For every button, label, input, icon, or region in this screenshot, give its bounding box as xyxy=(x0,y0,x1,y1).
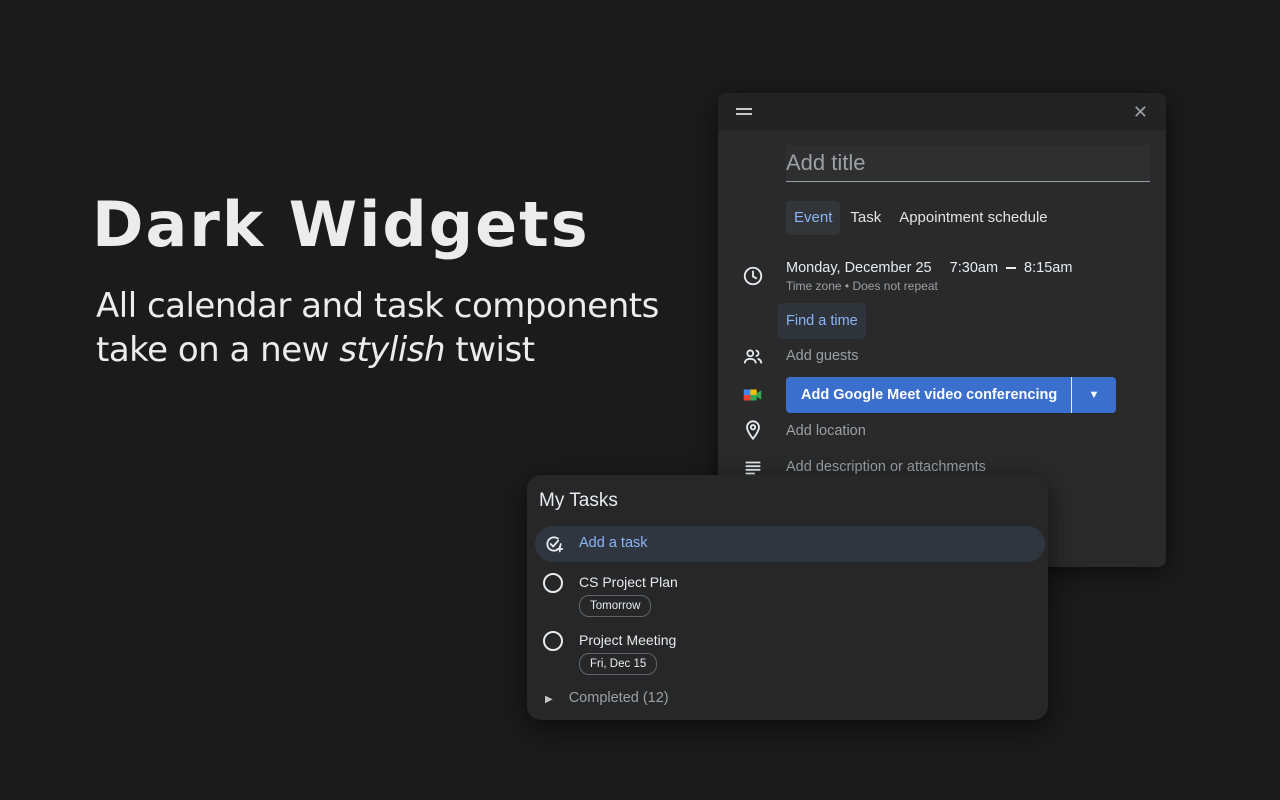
tab-appointment-schedule[interactable]: Appointment schedule xyxy=(891,201,1055,235)
event-date-time[interactable]: Monday, December 25 7:30am 8:15am xyxy=(786,260,1072,276)
event-type-tabs: Event Task Appointment schedule xyxy=(786,201,1058,235)
task-due-chip[interactable]: Fri, Dec 15 xyxy=(579,653,658,675)
task-checkbox[interactable] xyxy=(543,573,563,593)
tasks-title: My Tasks xyxy=(539,490,618,511)
location-pin-icon xyxy=(746,420,760,441)
tab-task[interactable]: Task xyxy=(842,201,889,235)
timezone-repeat-link[interactable]: Time zone • Does not repeat xyxy=(786,279,938,293)
add-description-field[interactable]: Add description or attachments xyxy=(786,459,986,475)
event-date[interactable]: Monday, December 25 xyxy=(786,260,932,276)
task-title[interactable]: Project Meeting xyxy=(579,632,676,648)
hero-subtitle: All calendar and task components take on… xyxy=(96,284,676,372)
google-meet-icon xyxy=(743,389,762,401)
add-guests-field[interactable]: Add guests xyxy=(786,348,859,364)
tab-event[interactable]: Event xyxy=(786,201,841,235)
add-location-field[interactable]: Add location xyxy=(786,423,866,439)
drag-handle-icon[interactable] xyxy=(736,108,752,117)
hero-subtitle-line2-post: twist xyxy=(445,330,535,370)
hero-title: Dark Widgets xyxy=(92,188,590,261)
dialog-header-bar[interactable]: ✕ xyxy=(718,93,1166,131)
google-meet-button[interactable]: Add Google Meet video conferencing ▼ xyxy=(786,377,1116,413)
close-icon[interactable]: ✕ xyxy=(1133,102,1148,123)
clock-icon xyxy=(743,266,763,286)
task-item[interactable]: CS Project Plan Tomorrow xyxy=(527,571,1048,623)
task-checkbox[interactable] xyxy=(543,631,563,651)
task-due-chip[interactable]: Tomorrow xyxy=(579,595,652,617)
event-title-input[interactable] xyxy=(786,145,1150,182)
google-meet-button-label[interactable]: Add Google Meet video conferencing xyxy=(786,377,1072,413)
hero-subtitle-line1: All calendar and task components xyxy=(96,286,659,326)
add-task-button[interactable]: Add a task xyxy=(535,526,1045,562)
task-item[interactable]: Project Meeting Fri, Dec 15 xyxy=(527,629,1048,681)
time-range-dash xyxy=(1006,267,1017,270)
event-start-time[interactable]: 7:30am xyxy=(950,260,998,276)
find-a-time-button[interactable]: Find a time xyxy=(778,303,866,339)
hero-subtitle-emphasis: stylish xyxy=(339,330,446,370)
add-task-icon xyxy=(546,536,564,553)
task-title[interactable]: CS Project Plan xyxy=(579,574,678,590)
completed-tasks-toggle[interactable]: ▶ Completed (12) xyxy=(545,690,669,706)
expand-arrow-icon[interactable]: ▶ xyxy=(545,694,553,705)
completed-tasks-label[interactable]: Completed (12) xyxy=(569,690,669,706)
people-icon xyxy=(743,349,763,364)
add-task-label[interactable]: Add a task xyxy=(579,535,648,551)
hero-subtitle-line2-pre: take on a new xyxy=(96,330,340,370)
event-end-time[interactable]: 8:15am xyxy=(1024,260,1072,276)
chevron-down-icon[interactable]: ▼ xyxy=(1072,377,1116,413)
tasks-panel: My Tasks Add a task CS Project Plan Tomo… xyxy=(527,475,1048,720)
